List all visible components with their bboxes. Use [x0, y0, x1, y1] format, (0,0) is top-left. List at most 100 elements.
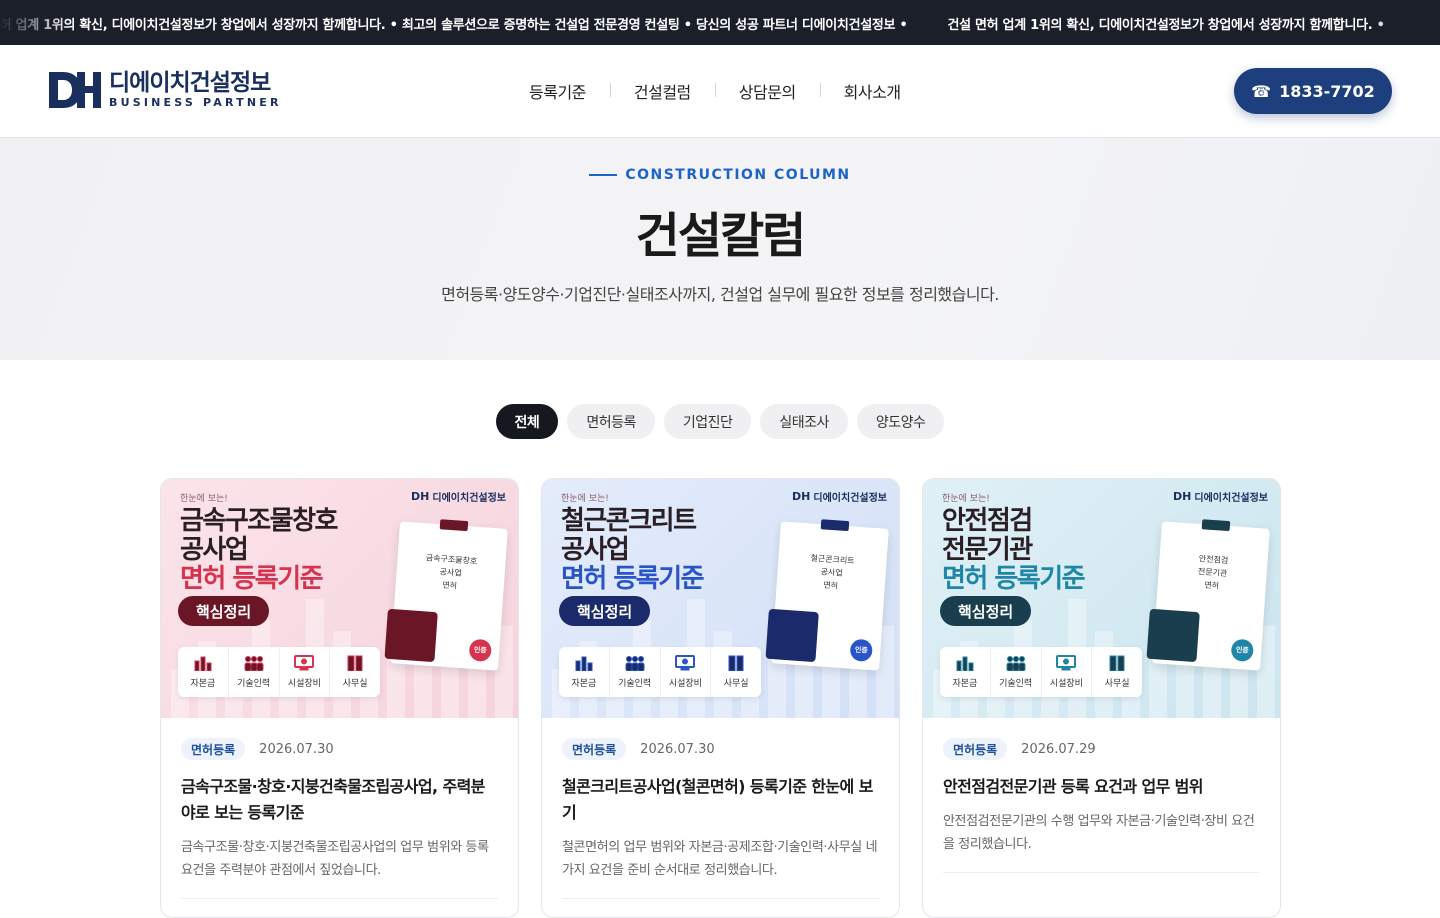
phone-number: 1833-7702 [1279, 81, 1375, 101]
requirement-item: 기술인력 [989, 647, 1041, 697]
requirement-item: 사무실 [1091, 647, 1142, 697]
capital-icon [194, 656, 212, 671]
ticker-text-repeat: 건설 면허 업계 1위의 확신, 디에이치건설정보가 창업에서 성장까지 함께합… [947, 18, 1385, 33]
office-icon [728, 655, 744, 671]
document-illustration: 철근콘크리트 공사업 면허 인증 [765, 519, 889, 671]
nav-item-registration-standards[interactable]: 등록기준 [505, 79, 610, 103]
card-title[interactable]: 안전점검전문기관 등록 요건과 업무 범위 [943, 774, 1260, 800]
requirement-item: 자본금 [559, 647, 609, 697]
card-date: 2026.07.30 [640, 741, 715, 757]
phone-call-button[interactable]: ☎ 1833-7702 [1234, 68, 1392, 114]
card-thumbnail[interactable]: 한눈에 보는! DH 디에이치건설정보 철근콘크리트 공사업 면허 등록기준 핵심… [542, 479, 899, 718]
logo-tagline: BUSINESS PARTNER [109, 96, 282, 109]
requirement-label: 시설장비 [287, 679, 321, 689]
thumb-badge: 핵심정리 [178, 596, 270, 626]
card-category: 면허등록 [181, 738, 246, 760]
requirement-icons: 자본금 기술인력 시설장비 사무실 [940, 647, 1142, 697]
requirement-item: 시설장비 [659, 647, 711, 697]
filter-transfer[interactable]: 양도양수 [856, 404, 945, 439]
requirement-label: 사무실 [342, 679, 368, 689]
seal-icon: 인증 [1230, 638, 1255, 663]
chart-mini-icon [384, 608, 438, 663]
requirement-label: 시설장비 [668, 679, 702, 689]
eyebrow-line [589, 174, 618, 176]
requirement-item: 기술인력 [608, 647, 660, 697]
column-card[interactable]: 한눈에 보는! DH 디에이치건설정보 금속구조물창호 공사업 면허 등록기준 핵… [160, 478, 519, 918]
main-nav: 등록기준 건설컬럼 상담문의 회사소개 [505, 45, 925, 137]
office-icon [347, 655, 363, 671]
filter-all[interactable]: 전체 [495, 404, 559, 439]
thumb-brand: DH 디에이치건설정보 [792, 490, 887, 504]
dh-logo-icon [49, 72, 101, 108]
card-title[interactable]: 철콘크리트공사업(철콘면허) 등록기준 한눈에 보기 [562, 774, 879, 826]
page-title: 건설칼럼 [635, 208, 807, 264]
thumb-brand: DH 디에이치건설정보 [411, 490, 506, 504]
filter-license-registration[interactable]: 면허등록 [567, 404, 655, 439]
capital-icon [575, 656, 593, 671]
thumb-badge: 핵심정리 [559, 596, 651, 626]
card-description: 안전점검전문기관의 수행 업무와 자본금·기술인력·장비 요건을 정리했습니다. [943, 814, 1255, 852]
office-icon [1109, 655, 1125, 671]
seal-icon: 인증 [849, 638, 874, 663]
hero-eyebrow: CONSTRUCTION COLUMN [0, 167, 1440, 183]
card-divider [943, 872, 1260, 873]
requirement-item: 자본금 [178, 647, 228, 697]
card-thumbnail[interactable]: 한눈에 보는! DH 디에이치건설정보 금속구조물창호 공사업 면허 등록기준 핵… [161, 479, 518, 718]
requirement-item: 사무실 [329, 647, 380, 697]
requirement-icons: 자본금 기술인력 시설장비 사무실 [178, 647, 380, 697]
thumb-brand: DH 디에이치건설정보 [1173, 490, 1268, 504]
card-description: 금속구조물·창호·지붕건축물조립공사업의 업무 범위와 등록 요건을 주력분야 … [181, 840, 489, 878]
nav-item-about[interactable]: 회사소개 [819, 79, 925, 103]
document-illustration: 안전점검 전문기관 면허 인증 [1146, 519, 1270, 671]
filter-status-inspection[interactable]: 실태조사 [760, 404, 848, 439]
requirement-item: 시설장비 [278, 647, 330, 697]
thumb-tag: 한눈에 보는! [561, 494, 609, 504]
equipment-icon [675, 655, 696, 671]
equipment-icon [1056, 655, 1077, 671]
filter-business-diagnosis[interactable]: 기업진단 [663, 404, 752, 439]
requirement-icons: 자본금 기술인력 시설장비 사무실 [559, 647, 761, 697]
requirement-label: 기술인력 [618, 679, 652, 689]
eyebrow-text: CONSTRUCTION COLUMN [625, 167, 851, 183]
card-divider [181, 898, 498, 899]
card-category: 면허등록 [943, 738, 1008, 760]
column-card[interactable]: 한눈에 보는! DH 디에이치건설정보 철근콘크리트 공사업 면허 등록기준 핵심… [541, 478, 900, 918]
equipment-icon [294, 655, 315, 671]
requirement-item: 자본금 [940, 647, 990, 697]
technician-icon [625, 656, 645, 671]
requirement-label: 자본금 [190, 679, 216, 689]
card-description: 철콘면허의 업무 범위와 자본금·공제조합·기술인력·사무실 네 가지 요건을 … [562, 840, 878, 878]
card-title[interactable]: 금속구조물·창호·지붕건축물조립공사업, 주력분야로 보는 등록기준 [181, 774, 498, 826]
logo-name-korean: 디에이치건설정보 [109, 70, 271, 96]
thumb-headline: 철근콘크리트 공사업 면허 등록기준 [561, 506, 705, 594]
requirement-label: 자본금 [571, 679, 597, 689]
column-card[interactable]: 한눈에 보는! DH 디에이치건설정보 안전점검 전문기관 면허 등록기준 핵심정… [922, 478, 1281, 918]
card-thumbnail[interactable]: 한눈에 보는! DH 디에이치건설정보 안전점검 전문기관 면허 등록기준 핵심정… [923, 479, 1280, 718]
chart-mini-icon [765, 608, 819, 663]
page-hero: CONSTRUCTION COLUMN 건설칼럼 면허등록·양도양수·기업진단·… [0, 138, 1440, 360]
chart-mini-icon [1146, 608, 1200, 663]
thumb-badge: 핵심정리 [940, 596, 1032, 626]
card-date: 2026.07.30 [259, 741, 334, 757]
requirement-item: 기술인력 [227, 647, 279, 697]
column-card-list: 한눈에 보는! DH 디에이치건설정보 금속구조물창호 공사업 면허 등록기준 핵… [160, 478, 1281, 918]
site-logo[interactable]: 디에이치건설정보 BUSINESS PARTNER [47, 70, 282, 110]
technician-icon [1006, 656, 1026, 671]
document-illustration: 금속구조물창호 공사업 면허 인증 [384, 519, 508, 671]
thumb-tag: 한눈에 보는! [942, 494, 990, 504]
requirement-label: 사무실 [1104, 679, 1130, 689]
nav-item-consultation[interactable]: 상담문의 [714, 79, 820, 103]
technician-icon [244, 656, 264, 671]
requirement-item: 시설장비 [1040, 647, 1092, 697]
requirement-item: 사무실 [710, 647, 761, 697]
requirement-label: 사무실 [723, 679, 749, 689]
card-category: 면허등록 [562, 738, 627, 760]
requirement-label: 기술인력 [237, 679, 271, 689]
requirement-label: 시설장비 [1049, 679, 1083, 689]
phone-icon: ☎ [1251, 81, 1272, 101]
nav-item-construction-column[interactable]: 건설컬럼 [609, 79, 715, 103]
requirement-label: 자본금 [952, 679, 978, 689]
ticker-text: 면허 업계 1위의 확신, 디에이치건설정보가 창업에서 성장까지 함께합니다.… [0, 18, 908, 33]
seal-icon: 인증 [468, 638, 493, 663]
announcement-ticker: 면허 업계 1위의 확신, 디에이치건설정보가 창업에서 성장까지 함께합니다.… [0, 0, 1440, 45]
